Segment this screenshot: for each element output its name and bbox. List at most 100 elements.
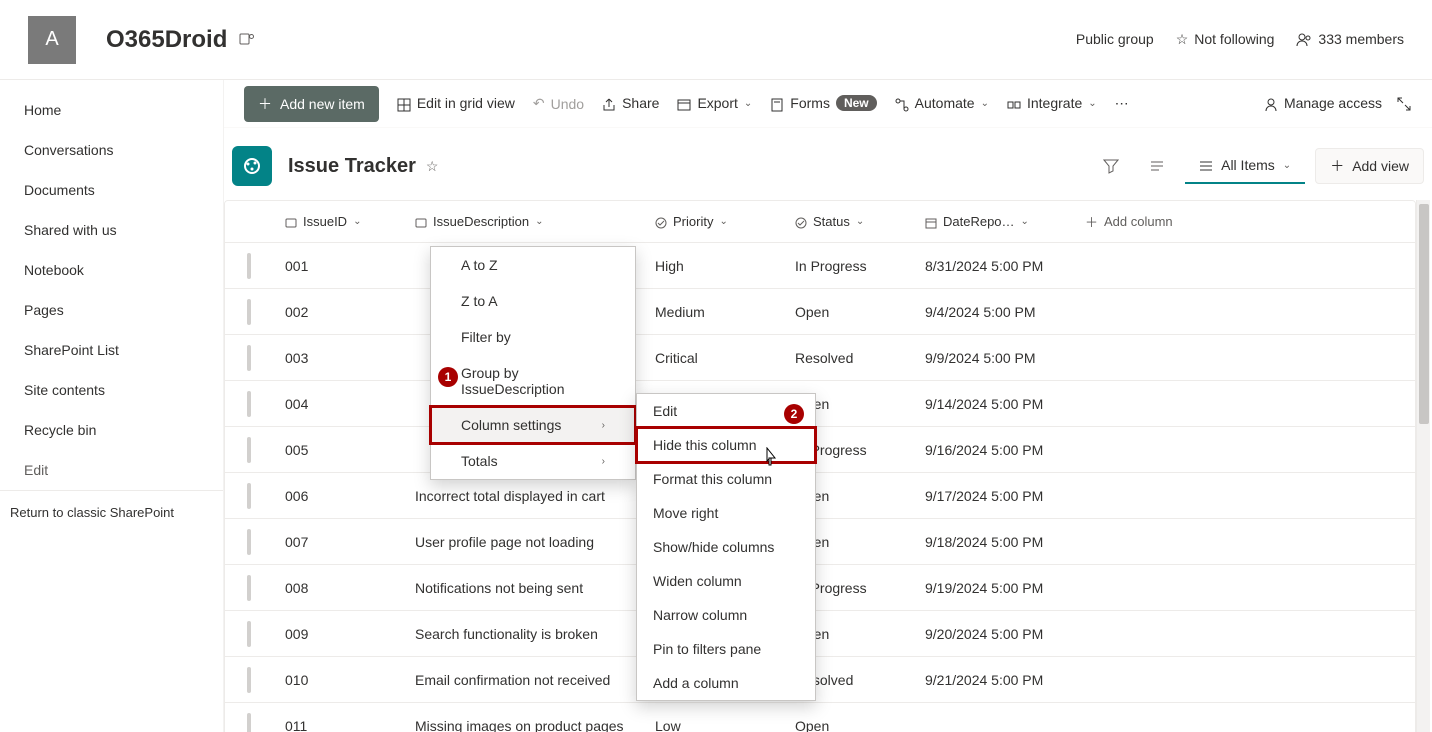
submenu-add-column[interactable]: Add a column	[637, 666, 815, 700]
table-row[interactable]: 010 Email confirmation not received Reso…	[225, 657, 1415, 703]
sort-az[interactable]: A to Z	[431, 247, 635, 283]
table-row[interactable]: 005 In Progress 9/16/2024 5:00 PM	[225, 427, 1415, 473]
view-selector[interactable]: All Items ⌄	[1185, 148, 1305, 184]
nav-conversations[interactable]: Conversations	[0, 130, 223, 170]
cell-description: Notifications not being sent	[403, 580, 643, 596]
submenu-format[interactable]: Format this column	[637, 462, 815, 496]
return-classic-link[interactable]: Return to classic SharePoint	[0, 490, 223, 534]
row-select-handle[interactable]	[225, 483, 273, 509]
column-header-description[interactable]: IssueDescription ⌄	[403, 214, 643, 229]
cell-issueid: 002	[273, 304, 403, 320]
table-row[interactable]: 002 Medium Open 9/4/2024 5:00 PM	[225, 289, 1415, 335]
plus-icon: ＋	[258, 94, 272, 114]
nav-edit[interactable]: Edit	[0, 450, 223, 490]
more-commands[interactable]: ⋯	[1115, 95, 1129, 112]
teams-icon[interactable]	[239, 31, 255, 49]
group-by[interactable]: Group by IssueDescription	[431, 355, 635, 407]
sort-za[interactable]: Z to A	[431, 283, 635, 319]
group-visibility: Public group	[1076, 31, 1154, 47]
row-select-handle[interactable]	[225, 345, 273, 371]
forms-button[interactable]: Forms New	[770, 95, 876, 111]
row-select-handle[interactable]	[225, 299, 273, 325]
new-badge: New	[836, 95, 877, 111]
expand-button[interactable]	[1396, 95, 1412, 112]
nav-notebook[interactable]: Notebook	[0, 250, 223, 290]
nav-site-contents[interactable]: Site contents	[0, 370, 223, 410]
nav-documents[interactable]: Documents	[0, 170, 223, 210]
info-pane-icon[interactable]	[1139, 148, 1175, 184]
nav-home[interactable]: Home	[0, 90, 223, 130]
favorite-star-icon[interactable]: ☆	[426, 158, 439, 175]
follow-toggle[interactable]: ☆ Not following	[1176, 31, 1275, 48]
chevron-down-icon: ⌄	[744, 98, 752, 109]
undo-button[interactable]: ↶ Undo	[533, 95, 584, 112]
row-select-handle[interactable]	[225, 621, 273, 647]
ellipsis-icon: ⋯	[1115, 95, 1129, 112]
add-item-button[interactable]: ＋ Add new item	[244, 86, 379, 122]
members-link[interactable]: 333 members	[1296, 31, 1404, 48]
share-button[interactable]: Share	[602, 95, 659, 111]
filter-pane-icon[interactable]	[1093, 148, 1129, 184]
nav-sharepoint-list[interactable]: SharePoint List	[0, 330, 223, 370]
column-settings[interactable]: Column settings ›	[431, 407, 635, 443]
scrollbar-thumb[interactable]	[1419, 204, 1429, 424]
table-row[interactable]: 007 User profile page not loading Open 9…	[225, 519, 1415, 565]
add-view-button[interactable]: ＋ Add view	[1315, 148, 1424, 184]
date-column-icon	[925, 214, 937, 229]
table-row[interactable]: 011 Missing images on product pages Low …	[225, 703, 1415, 732]
totals[interactable]: Totals ›	[431, 443, 635, 479]
row-select-handle[interactable]	[225, 667, 273, 693]
cell-date: 9/9/2024 5:00 PM	[913, 350, 1073, 366]
submenu-move-right[interactable]: Move right	[637, 496, 815, 530]
automate-button[interactable]: Automate ⌄	[895, 95, 989, 111]
column-header-issueid[interactable]: IssueID ⌄	[273, 214, 403, 229]
cell-issueid: 005	[273, 442, 403, 458]
table-row[interactable]: 006 Incorrect total displayed in cart Op…	[225, 473, 1415, 519]
integrate-button[interactable]: Integrate ⌄	[1007, 95, 1097, 111]
row-select-handle[interactable]	[225, 391, 273, 417]
nav-pages[interactable]: Pages	[0, 290, 223, 330]
vertical-scrollbar[interactable]	[1416, 200, 1430, 732]
row-select-handle[interactable]	[225, 713, 273, 732]
mouse-cursor-icon	[762, 447, 778, 467]
nav-shared[interactable]: Shared with us	[0, 210, 223, 250]
undo-icon: ↶	[533, 95, 545, 112]
row-select-handle[interactable]	[225, 437, 273, 463]
manage-access-button[interactable]: Manage access	[1264, 95, 1382, 111]
edit-grid-button[interactable]: Edit in grid view	[397, 95, 515, 111]
column-header-priority[interactable]: Priority ⌄	[643, 214, 783, 229]
column-header-status[interactable]: Status ⌄	[783, 214, 913, 229]
list-icon	[232, 146, 272, 186]
row-select-handle[interactable]	[225, 575, 273, 601]
table-row[interactable]: 004 Open 9/14/2024 5:00 PM	[225, 381, 1415, 427]
submenu-narrow[interactable]: Narrow column	[637, 598, 815, 632]
export-button[interactable]: Export ⌄	[677, 95, 752, 111]
table-row[interactable]: 003 Critical Resolved 9/9/2024 5:00 PM	[225, 335, 1415, 381]
table-row[interactable]: 001 High In Progress 8/31/2024 5:00 PM	[225, 243, 1415, 289]
cell-date: 9/4/2024 5:00 PM	[913, 304, 1073, 320]
submenu-widen[interactable]: Widen column	[637, 564, 815, 598]
submenu-show-hide[interactable]: Show/hide columns	[637, 530, 815, 564]
integrate-icon	[1007, 95, 1021, 111]
submenu-hide-column[interactable]: Hide this column	[637, 428, 815, 462]
table-row[interactable]: 009 Search functionality is broken Open …	[225, 611, 1415, 657]
chevron-down-icon: ⌄	[353, 216, 361, 227]
filter-by[interactable]: Filter by	[431, 319, 635, 355]
list-view-icon	[1199, 157, 1213, 173]
cell-date: 9/18/2024 5:00 PM	[913, 534, 1073, 550]
choice-column-icon	[795, 214, 807, 229]
cell-description: User profile page not loading	[403, 534, 643, 550]
nav-recycle-bin[interactable]: Recycle bin	[0, 410, 223, 450]
column-header-date[interactable]: DateRepo… ⌄	[913, 214, 1073, 229]
cell-priority: Medium	[643, 304, 783, 320]
row-select-handle[interactable]	[225, 529, 273, 555]
left-nav: Home Conversations Documents Shared with…	[0, 80, 224, 732]
row-select-handle[interactable]	[225, 253, 273, 279]
submenu-pin[interactable]: Pin to filters pane	[637, 632, 815, 666]
cell-date: 9/20/2024 5:00 PM	[913, 626, 1073, 642]
list-grid: IssueID ⌄ IssueDescription ⌄ Priority ⌄	[224, 200, 1416, 732]
chevron-down-icon: ⌄	[719, 216, 727, 227]
cell-status: Open	[783, 304, 913, 320]
table-row[interactable]: 008 Notifications not being sent In Prog…	[225, 565, 1415, 611]
add-column-button[interactable]: ＋ Add column	[1073, 212, 1213, 231]
